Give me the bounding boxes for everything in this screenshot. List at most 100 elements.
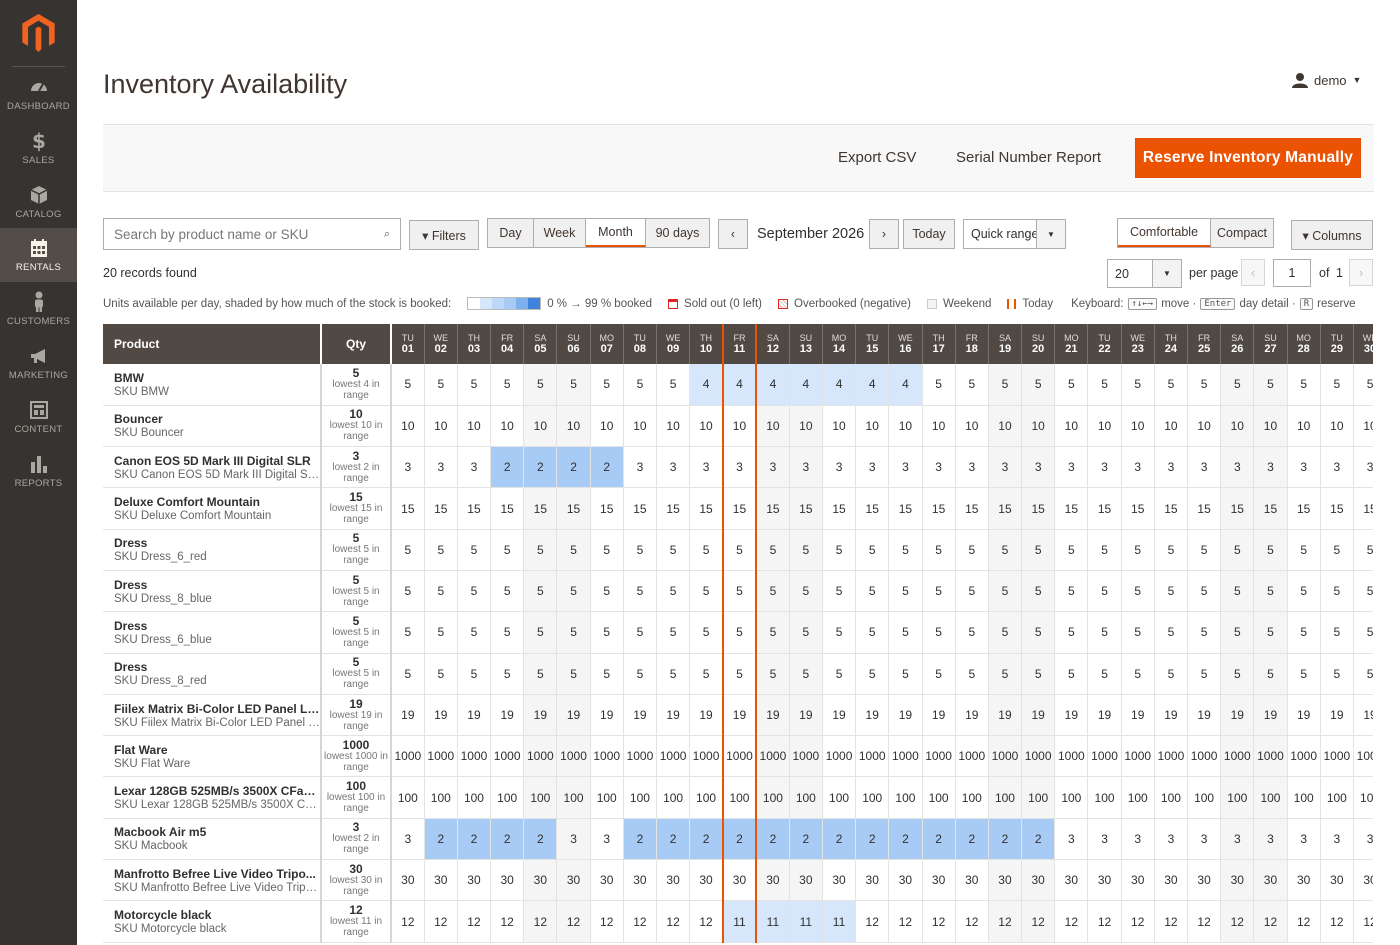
availability-cell[interactable]: 100 (1054, 776, 1089, 819)
availability-cell[interactable]: 5 (1121, 611, 1155, 654)
availability-cell[interactable]: 1000 (1220, 735, 1255, 778)
availability-cell[interactable]: 100 (1021, 776, 1056, 819)
product-cell[interactable]: Dress SKU Dress_8_red (103, 653, 322, 695)
availability-cell[interactable]: 5 (590, 611, 624, 654)
availability-cell[interactable]: 19 (756, 694, 790, 737)
availability-cell[interactable]: 5 (1220, 653, 1255, 695)
day-column-header[interactable]: WE 02 (424, 324, 458, 364)
availability-cell[interactable]: 100 (1220, 776, 1255, 819)
availability-cell[interactable]: 19 (1021, 694, 1056, 737)
availability-cell[interactable]: 5 (556, 653, 591, 695)
availability-cell[interactable]: 100 (1087, 776, 1122, 819)
availability-cell[interactable]: 4 (789, 364, 823, 406)
availability-cell[interactable]: 30 (1021, 859, 1056, 902)
product-cell[interactable]: Dress SKU Dress_6_blue (103, 611, 322, 654)
day-column-header[interactable]: SA 05 (523, 324, 558, 364)
density-comfortable-button[interactable]: Comfortable (1118, 219, 1211, 247)
availability-cell[interactable]: 19 (955, 694, 989, 737)
availability-cell[interactable]: 19 (457, 694, 492, 737)
availability-cell[interactable]: 5 (590, 653, 624, 695)
availability-cell[interactable]: 5 (1320, 364, 1354, 406)
availability-cell[interactable]: 5 (590, 570, 624, 613)
availability-cell[interactable]: 1000 (822, 735, 857, 778)
product-column-header[interactable]: Product (103, 324, 322, 364)
availability-cell[interactable]: 5 (424, 529, 458, 571)
availability-cell[interactable]: 100 (955, 776, 989, 819)
availability-cell[interactable]: 3 (424, 446, 458, 489)
availability-cell[interactable]: 5 (855, 653, 890, 695)
product-name[interactable]: Dress (114, 578, 319, 592)
export-csv-button[interactable]: Export CSV (838, 149, 916, 166)
availability-cell[interactable]: 19 (1220, 694, 1255, 737)
availability-cell[interactable]: 100 (490, 776, 525, 819)
availability-cell[interactable]: 2 (955, 818, 989, 861)
availability-cell[interactable]: 3 (888, 446, 923, 489)
availability-cell[interactable]: 15 (1021, 487, 1056, 530)
availability-cell[interactable]: 1000 (1320, 735, 1354, 778)
availability-cell[interactable]: 19 (721, 694, 758, 737)
availability-cell[interactable]: 5 (523, 364, 558, 406)
product-name[interactable]: BMW (114, 371, 319, 385)
availability-cell[interactable]: 100 (1320, 776, 1354, 819)
availability-cell[interactable]: 30 (1121, 859, 1155, 902)
quick-range-select[interactable]: Quick range... ▼ (963, 219, 1066, 249)
availability-cell[interactable]: 100 (1187, 776, 1222, 819)
availability-cell[interactable]: 11 (822, 900, 857, 943)
availability-cell[interactable]: 15 (523, 487, 558, 530)
availability-cell[interactable]: 3 (457, 446, 492, 489)
availability-cell[interactable]: 3 (1121, 818, 1155, 861)
availability-cell[interactable]: 5 (1187, 653, 1222, 695)
availability-cell[interactable]: 5 (1021, 570, 1056, 613)
availability-cell[interactable]: 3 (1287, 446, 1321, 489)
availability-cell[interactable]: 5 (656, 653, 691, 695)
availability-cell[interactable]: 5 (888, 570, 923, 613)
availability-cell[interactable]: 5 (656, 529, 691, 571)
day-column-header[interactable]: WE 16 (888, 324, 923, 364)
availability-cell[interactable]: 10 (457, 405, 492, 448)
availability-cell[interactable]: 5 (590, 529, 624, 571)
sidebar-item-customers[interactable]: CUSTOMERS (0, 291, 77, 345)
availability-cell[interactable]: 5 (457, 570, 492, 613)
product-cell[interactable]: Manfrotto Befree Live Video Tripo... SKU … (103, 859, 322, 902)
product-name[interactable]: Motorcycle black (114, 908, 319, 922)
availability-cell[interactable]: 10 (922, 405, 956, 448)
sidebar-item-reports[interactable]: REPORTS (0, 453, 77, 507)
availability-cell[interactable]: 10 (721, 405, 758, 448)
availability-cell[interactable]: 5 (490, 611, 525, 654)
availability-cell[interactable]: 5 (756, 570, 790, 613)
availability-cell[interactable]: 1000 (556, 735, 591, 778)
availability-cell[interactable]: 12 (623, 900, 658, 943)
sidebar-item-marketing[interactable]: MARKETING (0, 345, 77, 399)
availability-cell[interactable]: 19 (1253, 694, 1288, 737)
availability-cell[interactable]: 5 (789, 653, 823, 695)
availability-cell[interactable]: 1000 (789, 735, 823, 778)
availability-cell[interactable]: 1000 (1253, 735, 1288, 778)
availability-cell[interactable]: 5 (1087, 529, 1122, 571)
availability-cell[interactable]: 30 (1220, 859, 1255, 902)
availability-cell[interactable]: 1000 (855, 735, 890, 778)
availability-cell[interactable]: 1000 (1187, 735, 1222, 778)
availability-cell[interactable]: 15 (590, 487, 624, 530)
availability-cell[interactable]: 3 (922, 446, 956, 489)
availability-cell[interactable]: 30 (689, 859, 724, 902)
availability-cell[interactable]: 10 (1287, 405, 1321, 448)
availability-cell[interactable]: 12 (1021, 900, 1056, 943)
availability-cell[interactable]: 19 (590, 694, 624, 737)
availability-cell[interactable]: 2 (721, 818, 758, 861)
availability-cell[interactable]: 5 (1253, 364, 1288, 406)
day-column-header[interactable]: FR 25 (1187, 324, 1222, 364)
availability-cell[interactable]: 5 (756, 653, 790, 695)
availability-cell[interactable]: 2 (523, 818, 558, 861)
availability-cell[interactable]: 19 (888, 694, 923, 737)
availability-cell[interactable]: 5 (1154, 529, 1189, 571)
availability-cell[interactable]: 10 (955, 405, 989, 448)
availability-cell[interactable]: 5 (922, 570, 956, 613)
day-column-header[interactable]: TH 03 (457, 324, 492, 364)
availability-cell[interactable]: 5 (490, 653, 525, 695)
availability-cell[interactable]: 15 (1054, 487, 1089, 530)
availability-cell[interactable]: 5 (1154, 611, 1189, 654)
availability-cell[interactable]: 15 (922, 487, 956, 530)
availability-cell[interactable]: 5 (922, 611, 956, 654)
availability-cell[interactable]: 1000 (922, 735, 956, 778)
sidebar-item-dashboard[interactable]: DASHBOARD (0, 76, 77, 130)
